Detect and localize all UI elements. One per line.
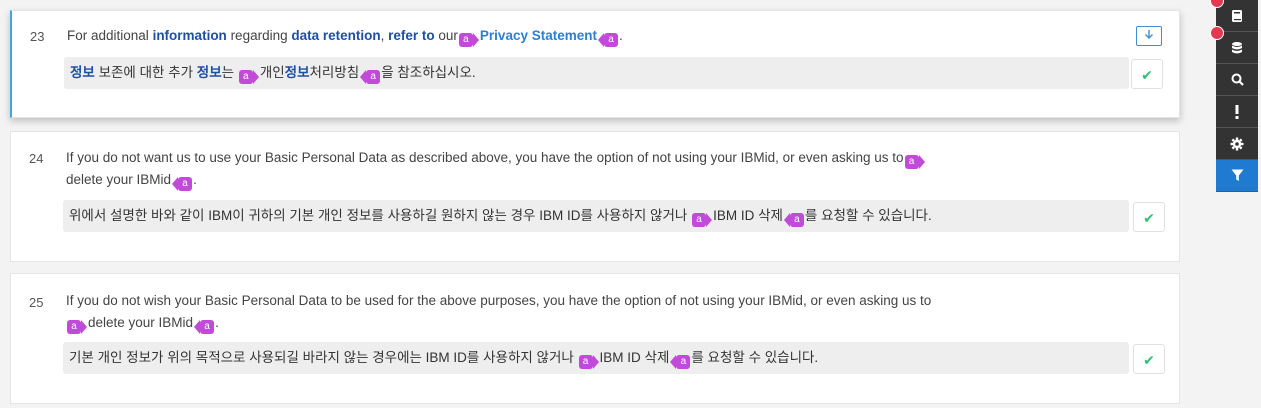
inline-tag-open[interactable]: a: [904, 155, 925, 169]
term-highlight[interactable]: 정보: [285, 65, 310, 80]
target-text-field[interactable]: 기본 개인 정보가 위의 목적으로 사용되길 바라지 않는 경우에는 IBM I…: [63, 342, 1129, 374]
notification-dot: [1210, 26, 1224, 40]
inline-tag-close[interactable]: a: [783, 213, 804, 227]
segment-row-24[interactable]: 24 If you do not want us to use your Bas…: [10, 131, 1180, 262]
search-icon: [1231, 73, 1244, 86]
target-text-field[interactable]: 위에서 설명한 바와 같이 IBM이 귀하의 기본 개인 정보를 사용하길 원하…: [63, 200, 1129, 232]
inline-tag-close[interactable]: a: [597, 33, 618, 47]
confirm-status-button[interactable]: ✔: [1133, 202, 1165, 232]
side-toolbar: [1210, 0, 1258, 192]
segment-row-25[interactable]: 25 If you do not wish your Basic Persona…: [10, 273, 1180, 404]
privacy-statement-link[interactable]: Privacy Statement: [480, 28, 597, 43]
confirm-status-button[interactable]: ✔: [1133, 344, 1165, 374]
exclamation-icon: [1235, 104, 1239, 119]
source-text: For additional information regarding dat…: [67, 28, 623, 47]
inline-tag-open[interactable]: a: [458, 33, 479, 47]
qa-warnings-button[interactable]: [1216, 96, 1258, 128]
database-button[interactable]: [1210, 26, 1258, 64]
source-text: If you do not want us to use your Basic …: [66, 147, 1109, 191]
inline-tag-close[interactable]: a: [194, 320, 215, 334]
database-icon: [1232, 41, 1242, 53]
filter-button[interactable]: [1216, 160, 1258, 192]
term-highlight[interactable]: 정보: [197, 65, 222, 80]
segment-number: 24: [29, 151, 44, 166]
inline-tag-open[interactable]: a: [578, 355, 599, 369]
inline-tag-close[interactable]: a: [670, 355, 691, 369]
check-icon: ✔: [1141, 67, 1153, 83]
filter-icon: [1231, 169, 1243, 181]
inline-tag-open[interactable]: a: [692, 213, 713, 227]
book-button[interactable]: [1210, 0, 1258, 32]
settings-button[interactable]: [1216, 128, 1258, 160]
book-icon: [1232, 9, 1242, 22]
check-icon: ✔: [1143, 210, 1155, 226]
notification-dot: [1210, 0, 1224, 8]
segment-row-23[interactable]: 23 For additional information regarding …: [10, 10, 1180, 118]
inline-tag-open[interactable]: a: [67, 320, 87, 334]
gear-icon: [1230, 137, 1244, 150]
term-highlight[interactable]: 정보: [70, 65, 95, 80]
target-text-field[interactable]: 정보 보존에 대한 추가 정보는 a 개인정보처리방침 a 을 참조하십시오.: [64, 57, 1129, 89]
segment-number: 23: [30, 29, 45, 44]
term-highlight[interactable]: refer to: [388, 28, 435, 43]
inline-tag-open[interactable]: a: [238, 70, 259, 84]
check-icon: ✔: [1143, 352, 1155, 368]
download-icon: [1145, 30, 1153, 39]
download-button[interactable]: [1136, 26, 1162, 46]
term-highlight[interactable]: information: [153, 28, 227, 43]
term-highlight[interactable]: data retention: [291, 28, 380, 43]
inline-tag-close[interactable]: a: [360, 70, 381, 84]
source-text: If you do not wish your Basic Personal D…: [66, 293, 932, 334]
segment-number: 25: [29, 295, 44, 310]
search-button[interactable]: [1216, 64, 1258, 96]
confirm-status-button[interactable]: ✔: [1131, 59, 1163, 89]
inline-tag-close[interactable]: a: [172, 177, 193, 191]
